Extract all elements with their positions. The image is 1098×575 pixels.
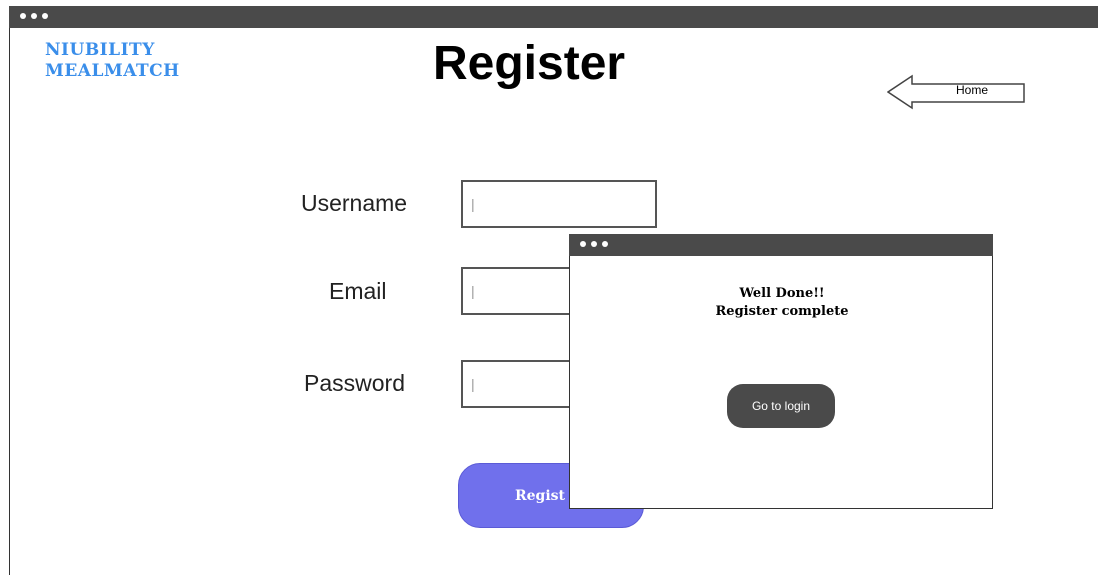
username-label: Username [301,190,408,216]
window-dot-icon[interactable] [20,13,26,19]
success-dialog: Well Done!! Register complete Go to logi… [569,234,993,509]
dialog-dot-icon[interactable] [580,241,586,247]
dialog-message-line-2: Register complete [715,304,849,319]
logo-line-1: NIUBILITY [45,40,155,60]
dialog-titlebar [569,234,993,256]
dialog-dot-icon[interactable] [602,241,608,247]
register-button-label: Regist [515,488,565,504]
page-title: Register [433,37,626,90]
dialog-window-controls[interactable] [580,237,608,247]
username-input[interactable]: | [461,180,657,228]
window-controls[interactable] [20,9,48,19]
dialog-message: Well Done!! Register complete [570,285,994,321]
go-to-login-button[interactable]: Go to login [727,384,835,428]
dialog-message-line-1: Well Done!! [739,286,825,301]
dialog-dot-icon[interactable] [591,241,597,247]
logo-line-2: MEALMATCH [45,61,180,81]
email-label: Email [329,278,387,304]
window-dot-icon[interactable] [31,13,37,19]
app-logo[interactable]: NIUBILITY MEALMATCH [45,40,180,82]
home-link[interactable]: Home [956,83,988,97]
password-label: Password [304,370,405,396]
window-titlebar [9,6,1098,28]
window-dot-icon[interactable] [42,13,48,19]
